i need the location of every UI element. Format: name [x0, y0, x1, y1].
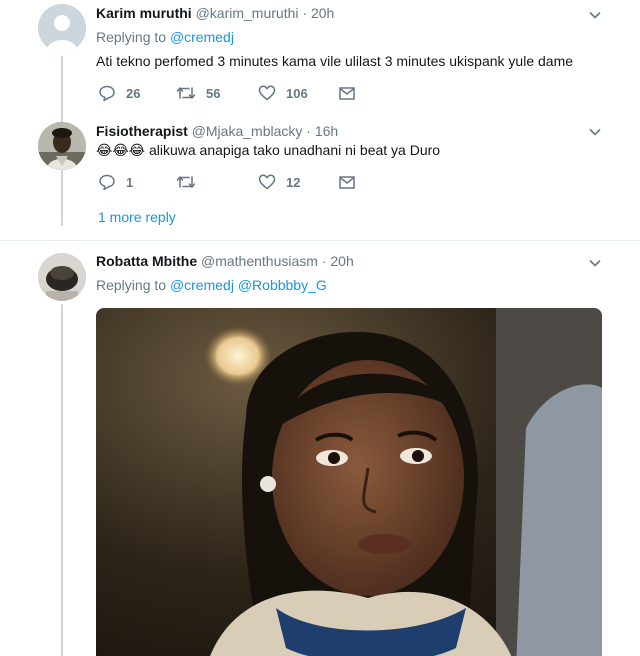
like-button[interactable]: 106: [258, 83, 308, 103]
user-handle[interactable]: @karim_muruthi: [196, 5, 299, 21]
reply-count: 1: [126, 174, 134, 190]
tweet-menu-button[interactable]: [588, 125, 602, 139]
tweet-header: Robatta Mbithe @mathenthusiasm · 20h: [96, 252, 354, 270]
profile-photo: [38, 253, 86, 301]
like-count: 12: [286, 174, 301, 190]
heart-icon: [258, 174, 276, 190]
tweet-header: Karim muruthi @karim_muruthi · 20h: [96, 4, 334, 22]
profile-photo: [38, 122, 86, 170]
replying-label: Replying to: [96, 277, 167, 293]
mention-link[interactable]: @Robbbby_G: [238, 277, 327, 293]
tweet-text: Ati tekno perfomed 3 minutes kama vile u…: [96, 53, 574, 69]
show-more-replies-link[interactable]: 1 more reply: [98, 208, 176, 226]
tweet-header: Fisiotherapist @Mjaka_mblacky · 16h: [96, 122, 338, 140]
reply-icon: [99, 85, 115, 102]
avatar[interactable]: [38, 122, 86, 170]
reply-icon: [99, 174, 115, 191]
chevron-down-icon: [589, 11, 601, 19]
thread-dots: [61, 208, 63, 226]
reply-button[interactable]: 26: [98, 83, 140, 103]
dm-button[interactable]: [338, 172, 356, 192]
action-bar: 26 56 106: [96, 83, 396, 103]
display-name[interactable]: Robatta Mbithe: [96, 253, 197, 269]
separator: ·: [306, 123, 311, 139]
conversation-divider: [0, 240, 640, 241]
default-avatar-icon: [38, 4, 86, 52]
action-bar: 1 12: [96, 172, 396, 192]
timestamp[interactable]: 16h: [315, 123, 338, 139]
tweet-menu-button[interactable]: [588, 8, 602, 22]
chevron-down-icon: [589, 128, 601, 136]
display-name[interactable]: Karim muruthi: [96, 5, 192, 21]
replying-label: Replying to: [96, 29, 167, 45]
mention-link[interactable]: @cremedj: [170, 29, 234, 45]
avatar[interactable]: [38, 4, 86, 52]
mention-link[interactable]: @cremedj: [170, 277, 234, 293]
like-count: 106: [286, 85, 308, 101]
tweet-text-body: alikuwa anapiga tako unadhani ni beat ya…: [145, 142, 441, 158]
gif-media[interactable]: [96, 308, 602, 656]
replying-to: Replying to @cremedj @Robbbby_G: [96, 276, 327, 294]
heart-icon: [258, 85, 276, 101]
tweet-text: 😂😂😂 alikuwa anapiga tako unadhani ni bea…: [96, 140, 440, 160]
thread-line: [61, 304, 63, 656]
envelope-icon: [339, 176, 355, 189]
reply-count: 26: [126, 85, 141, 101]
tweet-menu-button[interactable]: [588, 256, 602, 270]
timestamp[interactable]: 20h: [330, 253, 353, 269]
replying-to: Replying to @cremedj: [96, 28, 234, 46]
user-handle[interactable]: @Mjaka_mblacky: [192, 123, 303, 139]
retweet-count: 56: [206, 85, 221, 101]
retweet-icon: [176, 176, 196, 188]
avatar[interactable]: [38, 253, 86, 301]
timestamp[interactable]: 20h: [311, 5, 334, 21]
emoji: 😂😂😂: [96, 142, 146, 158]
like-button[interactable]: 12: [258, 172, 300, 192]
reply-button[interactable]: 1: [98, 172, 133, 192]
retweet-icon: [176, 87, 196, 99]
display-name[interactable]: Fisiotherapist: [96, 123, 188, 139]
separator: ·: [302, 5, 308, 21]
user-handle[interactable]: @mathenthusiasm: [201, 253, 318, 269]
envelope-icon: [339, 87, 355, 100]
separator: ·: [321, 253, 327, 269]
retweet-button[interactable]: [176, 172, 206, 192]
woman-reaction-gif: [96, 308, 602, 656]
retweet-button[interactable]: 56: [176, 83, 220, 103]
dm-button[interactable]: [338, 83, 356, 103]
chevron-down-icon: [589, 259, 601, 267]
